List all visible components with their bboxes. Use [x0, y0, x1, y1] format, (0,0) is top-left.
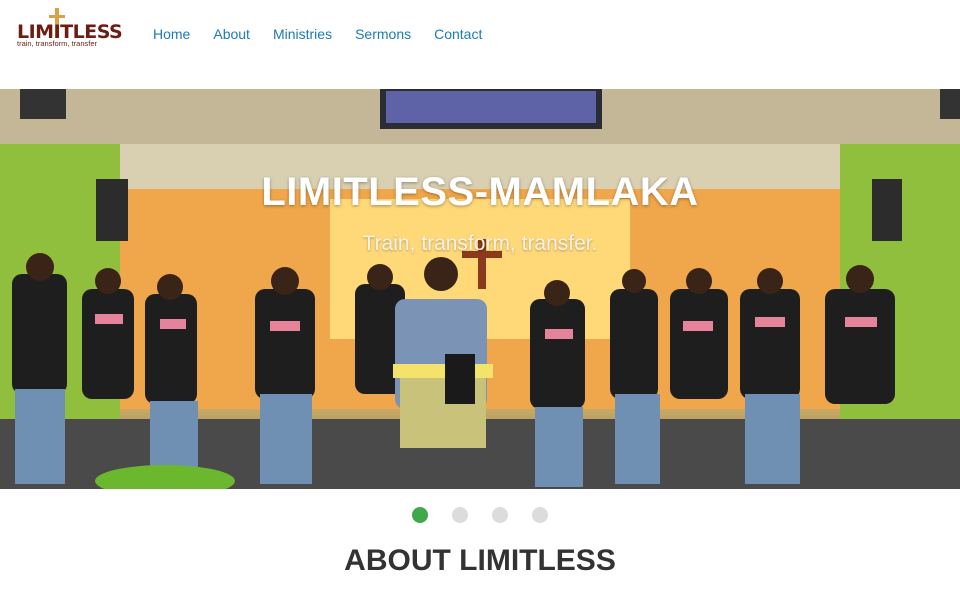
- hero-subtitle: Train, transform, transfer.: [362, 232, 598, 255]
- hero-title: LIMITLESS-MAMLAKA: [261, 170, 699, 214]
- nav-ministries[interactable]: Ministries: [273, 26, 332, 42]
- carousel-dot-1[interactable]: [412, 507, 428, 523]
- carousel-dots: [0, 507, 960, 523]
- nav-sermons[interactable]: Sermons: [355, 26, 411, 42]
- carousel-dot-4[interactable]: [532, 507, 548, 523]
- hero-slider: LIMITLESS-MAMLAKA Train, transform, tran…: [0, 89, 960, 489]
- nav-contact[interactable]: Contact: [434, 26, 482, 42]
- carousel-dot-3[interactable]: [492, 507, 508, 523]
- logo-tagline: train, transform, transfer: [17, 39, 98, 48]
- nav-about[interactable]: About: [213, 26, 250, 42]
- about-heading: ABOUT LIMITLESS: [344, 544, 616, 577]
- site-header: LIMITLESS train, transform, transfer Hom…: [0, 0, 960, 89]
- nav-home[interactable]: Home: [153, 26, 190, 42]
- site-logo[interactable]: LIMITLESS train, transform, transfer: [15, 8, 123, 50]
- carousel-dot-2[interactable]: [452, 507, 468, 523]
- hero-photo: [0, 89, 960, 489]
- main-nav: Home About Ministries Sermons Contact: [153, 26, 505, 42]
